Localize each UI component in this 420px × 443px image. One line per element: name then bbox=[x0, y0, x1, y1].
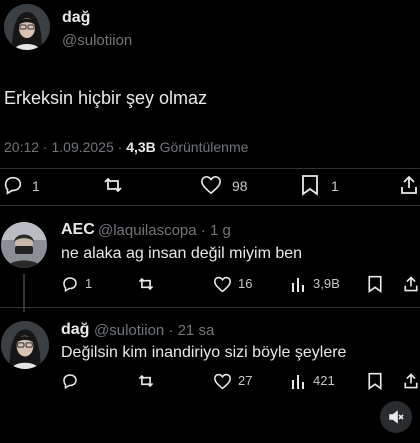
share-icon[interactable] bbox=[403, 372, 419, 390]
like-count: 98 bbox=[232, 178, 248, 194]
mute-button[interactable] bbox=[380, 401, 412, 433]
views-label: Görüntülenme bbox=[159, 139, 249, 155]
reply-text: ne alaka ag insan değil miyim ben bbox=[61, 245, 303, 262]
divider bbox=[0, 168, 420, 169]
author-name[interactable]: dağ bbox=[61, 321, 89, 339]
views-icon[interactable] bbox=[290, 372, 308, 390]
avatar[interactable] bbox=[1, 222, 47, 268]
views-count: 4,3B bbox=[126, 139, 156, 155]
reply-icon[interactable] bbox=[61, 275, 79, 293]
mute-icon bbox=[388, 409, 404, 425]
like-count: 27 bbox=[238, 373, 253, 388]
retweet-icon[interactable] bbox=[136, 372, 156, 390]
avatar[interactable] bbox=[1, 321, 49, 369]
reply-icon[interactable] bbox=[61, 372, 79, 390]
like-icon[interactable] bbox=[213, 276, 232, 293]
author-handle-meta[interactable]: @laquilascopa · 1 g bbox=[98, 222, 231, 239]
reply-text: Değilsin kim inandiriyo sizi böyle şeyle… bbox=[61, 344, 347, 361]
tweet-timestamp[interactable]: 20:12 · 1.09.2025 · bbox=[4, 139, 122, 155]
retweet-icon[interactable] bbox=[136, 275, 156, 293]
reply-count: 1 bbox=[85, 276, 93, 291]
divider bbox=[0, 205, 420, 206]
author-name[interactable]: AEC bbox=[61, 221, 95, 239]
views-count: 3,9B bbox=[313, 276, 340, 291]
retweet-icon[interactable] bbox=[101, 174, 125, 196]
divider bbox=[0, 307, 420, 308]
share-icon[interactable] bbox=[403, 275, 419, 293]
share-icon[interactable] bbox=[400, 174, 418, 196]
like-count: 16 bbox=[238, 276, 253, 291]
views-count: 421 bbox=[313, 373, 335, 388]
avatar[interactable] bbox=[4, 4, 50, 50]
views-icon[interactable] bbox=[290, 275, 308, 293]
reply-count: 1 bbox=[32, 178, 40, 194]
tweet-meta: 20:12 · 1.09.2025 · 4,3B Görüntülenme bbox=[4, 139, 248, 155]
bookmark-count: 1 bbox=[331, 178, 339, 194]
bookmark-icon[interactable] bbox=[367, 372, 383, 390]
bookmark-icon[interactable] bbox=[367, 275, 383, 293]
tweet-text: Erkeksin hiçbir şey olmaz bbox=[4, 88, 208, 108]
bookmark-icon[interactable] bbox=[301, 174, 319, 196]
reply-icon[interactable] bbox=[2, 174, 24, 196]
author-handle[interactable]: @sulotiion bbox=[62, 32, 132, 49]
author-handle-meta[interactable]: @sulotiion · 21 sa bbox=[94, 322, 214, 339]
like-icon[interactable] bbox=[200, 175, 222, 195]
author-name[interactable]: dağ bbox=[62, 9, 90, 27]
like-icon[interactable] bbox=[213, 373, 232, 390]
